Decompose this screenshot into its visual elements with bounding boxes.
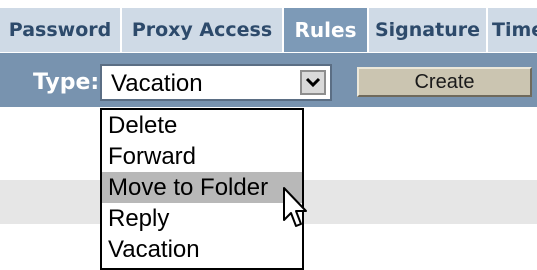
option-reply[interactable]: Reply <box>102 203 302 234</box>
tab-signature[interactable]: Signature <box>369 8 486 52</box>
create-button[interactable]: Create <box>357 67 532 97</box>
rule-toolbar: Type: Vacation Create <box>0 53 537 107</box>
option-move-to-folder[interactable]: Move to Folder <box>102 172 302 203</box>
type-label: Type: <box>33 70 100 95</box>
tab-proxy-access[interactable]: Proxy Access <box>122 8 282 52</box>
option-delete[interactable]: Delete <box>102 110 302 141</box>
type-select-value: Vacation <box>111 70 203 97</box>
tab-rules[interactable]: Rules <box>284 8 367 52</box>
tab-bar: Password Proxy Access Rules Signature Ti… <box>0 0 537 52</box>
option-vacation[interactable]: Vacation <box>102 234 302 265</box>
type-dropdown-list: Delete Forward Move to Folder Reply Vaca… <box>100 108 304 270</box>
type-select[interactable]: Vacation <box>100 64 332 101</box>
option-forward[interactable]: Forward <box>102 141 302 172</box>
tab-time[interactable]: Time <box>488 8 537 52</box>
chevron-down-icon[interactable] <box>300 70 326 95</box>
chevron-down-icon-glyph <box>305 77 321 88</box>
tab-password[interactable]: Password <box>0 8 120 52</box>
